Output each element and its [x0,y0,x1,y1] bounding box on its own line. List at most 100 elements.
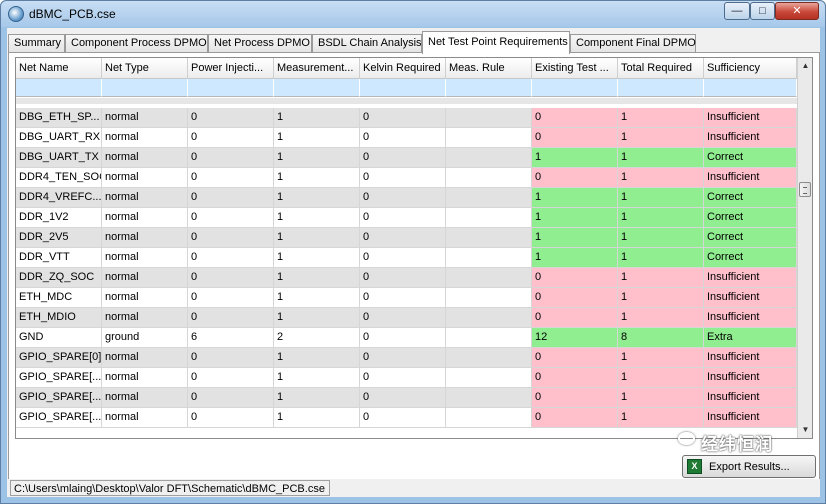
cell-meas-rule[interactable] [446,168,532,188]
cell-existing-test[interactable]: 0 [532,268,618,288]
filter-cell-total-required[interactable] [618,79,704,97]
cell-measurement[interactable]: 1 [274,348,360,368]
scroll-down-icon[interactable]: ▼ [798,422,812,438]
cell-net-name[interactable]: DDR_VTT [16,248,102,268]
cell-total-required[interactable]: 1 [618,108,704,128]
cell-measurement[interactable]: 1 [274,248,360,268]
cell-meas-rule[interactable] [446,228,532,248]
cell-power-injection[interactable]: 0 [188,268,274,288]
vertical-scrollbar[interactable]: ▲ ▼ [797,58,812,438]
cell-net-type[interactable]: ground [102,328,188,348]
tab-component-process-dpmo[interactable]: Component Process DPMO [65,34,208,53]
cell-power-injection[interactable]: 0 [188,148,274,168]
table-row[interactable]: DDR_ZQ_SOC normal 0 1 0 0 1 Insufficient [16,268,797,288]
cell-kelvin-required[interactable]: 0 [360,108,446,128]
tab-component-final-dpmo[interactable]: Component Final DPMO [570,34,696,53]
cell-kelvin-required[interactable]: 0 [360,228,446,248]
filter-cell-sufficiency[interactable] [704,79,797,97]
cell-measurement[interactable]: 1 [274,408,360,428]
cell-net-type[interactable]: normal [102,368,188,388]
cell-net-type[interactable]: normal [102,128,188,148]
table-row[interactable]: GND ground 6 2 0 12 8 Extra [16,328,797,348]
cell-kelvin-required[interactable]: 0 [360,268,446,288]
cell-sufficiency[interactable]: Insufficient [704,348,797,368]
export-results-button[interactable]: X Export Results... [682,455,816,478]
cell-sufficiency[interactable]: Insufficient [704,108,797,128]
minimize-button[interactable]: — [724,2,750,20]
table-row[interactable]: DDR_1V2 normal 0 1 0 1 1 Correct [16,208,797,228]
cell-power-injection[interactable]: 0 [188,128,274,148]
cell-meas-rule[interactable] [446,408,532,428]
cell-meas-rule[interactable] [446,368,532,388]
cell-kelvin-required[interactable]: 0 [360,308,446,328]
cell-power-injection[interactable]: 0 [188,168,274,188]
table-row[interactable]: DBG_UART_TX normal 0 1 0 1 1 Correct [16,148,797,168]
cell-kelvin-required[interactable]: 0 [360,288,446,308]
cell-net-name[interactable]: DDR_1V2 [16,208,102,228]
cell-measurement[interactable]: 1 [274,148,360,168]
cell-kelvin-required[interactable]: 0 [360,408,446,428]
cell-measurement[interactable]: 1 [274,128,360,148]
column-header-meas-rule[interactable]: Meas. Rule [446,58,532,78]
cell-meas-rule[interactable] [446,248,532,268]
cell-net-type[interactable]: normal [102,108,188,128]
column-header-existing-test[interactable]: Existing Test ... [532,58,618,78]
cell-sufficiency[interactable]: Correct [704,208,797,228]
cell-existing-test[interactable]: 1 [532,188,618,208]
cell-total-required[interactable]: 8 [618,328,704,348]
cell-net-type[interactable]: normal [102,308,188,328]
cell-net-name[interactable]: DBG_UART_RX [16,128,102,148]
cell-existing-test[interactable]: 0 [532,348,618,368]
table-row[interactable]: DDR4_TEN_SOC normal 0 1 0 0 1 Insufficient [16,168,797,188]
cell-existing-test[interactable]: 12 [532,328,618,348]
table-row[interactable]: GPIO_SPARE[0] normal 0 1 0 0 1 Insufficient [16,348,797,368]
cell-measurement[interactable]: 1 [274,208,360,228]
cell-power-injection[interactable]: 0 [188,368,274,388]
title-bar[interactable]: dBMC_PCB.cse — □ ✕ [1,1,825,27]
cell-total-required[interactable]: 1 [618,288,704,308]
cell-measurement[interactable]: 2 [274,328,360,348]
tab-summary[interactable]: Summary [8,34,65,53]
cell-power-injection[interactable]: 0 [188,308,274,328]
cell-power-injection[interactable]: 0 [188,208,274,228]
cell-measurement[interactable]: 1 [274,308,360,328]
cell-sufficiency[interactable]: Insufficient [704,128,797,148]
table-row[interactable]: ETH_MDC normal 0 1 0 0 1 Insufficient [16,288,797,308]
cell-net-type[interactable]: normal [102,268,188,288]
table-row[interactable]: DDR4_VREFC... normal 0 1 0 1 1 Correct [16,188,797,208]
cell-power-injection[interactable]: 6 [188,328,274,348]
tab-net-process-dpmo[interactable]: Net Process DPMO [208,34,312,53]
filter-cell-net-name[interactable] [16,79,102,97]
cell-existing-test[interactable]: 0 [532,288,618,308]
cell-sufficiency[interactable]: Insufficient [704,408,797,428]
cell-kelvin-required[interactable]: 0 [360,348,446,368]
tab-net-test-point-requirements[interactable]: Net Test Point Requirements [422,31,570,54]
cell-total-required[interactable]: 1 [618,228,704,248]
cell-meas-rule[interactable] [446,208,532,228]
cell-existing-test[interactable]: 1 [532,228,618,248]
cell-net-name[interactable]: ETH_MDIO [16,308,102,328]
cell-power-injection[interactable]: 0 [188,388,274,408]
cell-sufficiency[interactable]: Insufficient [704,388,797,408]
cell-power-injection[interactable]: 0 [188,348,274,368]
column-header-net-name[interactable]: Net Name [16,58,102,78]
cell-existing-test[interactable]: 0 [532,168,618,188]
close-button[interactable]: ✕ [775,2,819,20]
table-row[interactable]: GPIO_SPARE[... normal 0 1 0 0 1 Insufficient [16,388,797,408]
cell-total-required[interactable]: 1 [618,308,704,328]
cell-total-required[interactable]: 1 [618,168,704,188]
cell-meas-rule[interactable] [446,108,532,128]
cell-existing-test[interactable]: 0 [532,368,618,388]
filter-cell-net-type[interactable] [102,79,188,97]
column-header-power-injection[interactable]: Power Injecti... [188,58,274,78]
cell-meas-rule[interactable] [446,288,532,308]
cell-sufficiency[interactable]: Insufficient [704,308,797,328]
column-header-measurement[interactable]: Measurement... [274,58,360,78]
cell-total-required[interactable]: 1 [618,268,704,288]
cell-sufficiency[interactable]: Insufficient [704,168,797,188]
cell-net-name[interactable]: DBG_ETH_SP... [16,108,102,128]
column-header-sufficiency[interactable]: Sufficiency [704,58,797,78]
cell-meas-rule[interactable] [446,328,532,348]
cell-sufficiency[interactable]: Insufficient [704,368,797,388]
cell-total-required[interactable]: 1 [618,128,704,148]
